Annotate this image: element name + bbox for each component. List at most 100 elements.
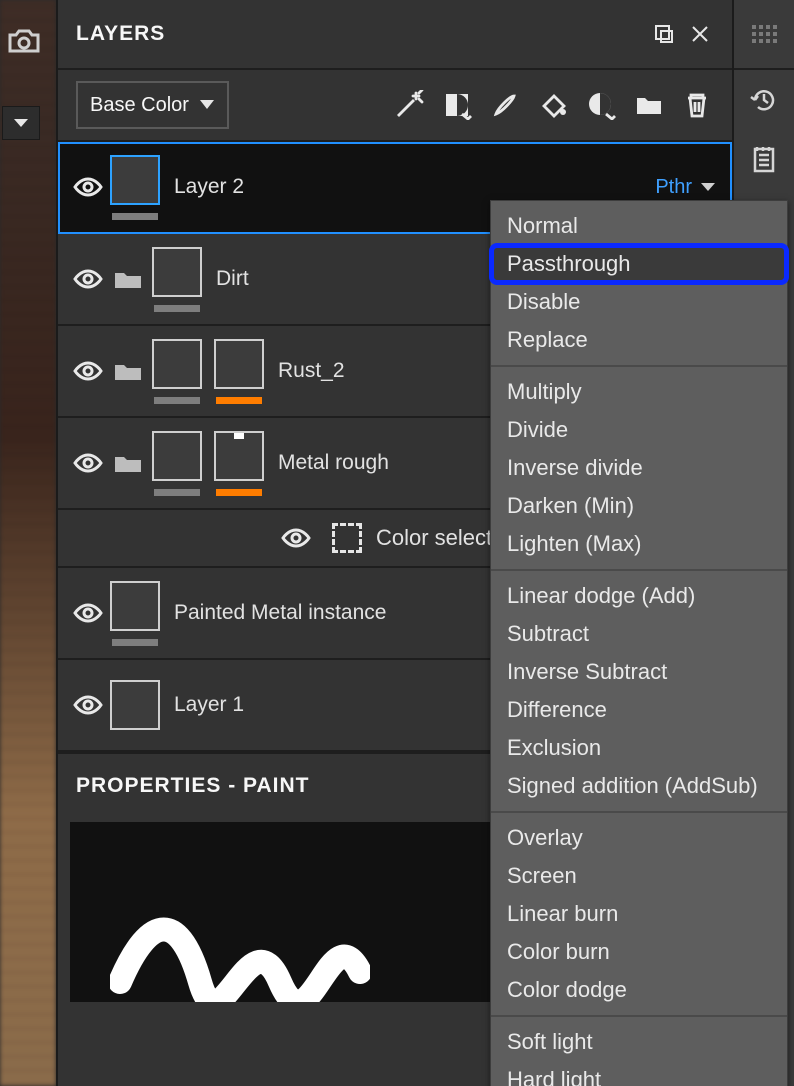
group-folder-button[interactable] [110,449,146,477]
eye-icon [73,603,103,623]
blend-mode-option[interactable]: Lighten (Max) [491,525,787,563]
layer-name[interactable]: Layer 1 [174,693,244,717]
screenshot-button[interactable] [6,26,42,56]
layer-name[interactable]: Dirt [216,267,249,291]
folder-icon [634,90,664,120]
blend-mode-option[interactable]: Linear burn [491,895,787,933]
layer-thumbnail[interactable] [152,339,202,389]
layer-thumbnail[interactable] [110,155,160,205]
history-button[interactable] [734,70,794,130]
blend-mode-option[interactable]: Difference [491,691,787,729]
chevron-down-icon [700,181,716,193]
magic-wand-button[interactable] [392,88,426,122]
blend-mode-option[interactable]: Divide [491,411,787,449]
layer-thumbnail[interactable] [152,431,202,481]
channel-dropdown[interactable]: Base Color [76,81,229,129]
blend-mode-short: Pthr [655,176,692,199]
trash-icon [682,90,712,120]
eye-icon [73,453,103,473]
layers-toolbar: Base Color [58,70,732,142]
panel-header: LAYERS [58,0,732,70]
blend-mode-option[interactable]: Color burn [491,933,787,971]
blend-mode-option[interactable]: Color dodge [491,971,787,1009]
layer-mask-thumbnail[interactable] [214,431,264,481]
blend-mode-option[interactable]: Darken (Min) [491,487,787,525]
chevron-down-icon [199,98,215,112]
panel-drag-handle[interactable] [734,0,794,70]
blend-mode-option[interactable]: Overlay [491,819,787,857]
blend-mode-option[interactable]: Multiply [491,373,787,411]
blend-mode-option[interactable]: Disable [491,283,787,321]
folder-icon [113,452,143,474]
channel-label: Base Color [90,94,189,117]
layer-thumbnail[interactable] [110,680,160,730]
history-icon [749,85,779,115]
layer-usage-bar [216,489,262,496]
notebook-icon [749,145,779,175]
visibility-toggle[interactable] [70,595,106,631]
chevron-down-icon [13,117,29,129]
panel-detach-button[interactable] [650,20,678,48]
eye-icon [73,361,103,381]
layer-name[interactable]: Rust_2 [278,359,345,383]
visibility-toggle[interactable] [70,169,106,205]
layer-name[interactable]: Metal rough [278,451,389,475]
viewport-dropdown[interactable] [2,106,40,140]
blend-mode-option[interactable]: Exclusion [491,729,787,767]
blend-mode-option[interactable]: Inverse Subtract [491,653,787,691]
blend-mode-dropdown[interactable]: Pthr [655,176,716,199]
folder-icon [113,360,143,382]
layer-name[interactable]: Painted Metal instance [174,601,386,625]
visibility-toggle[interactable] [70,445,106,481]
mask-icon [442,90,472,120]
panel-title: LAYERS [76,22,165,46]
layer-thumbnail[interactable] [152,247,202,297]
add-smart-material-button[interactable] [584,88,618,122]
blend-mode-option[interactable]: Linear dodge (Add) [491,577,787,615]
eye-icon [73,177,103,197]
blend-mode-option[interactable]: Subtract [491,615,787,653]
eye-icon [73,695,103,715]
camera-icon [7,27,41,55]
layer-usage-bar [154,397,200,404]
selection-icon [332,523,362,553]
add-fill-layer-button[interactable] [536,88,570,122]
add-mask-button[interactable] [440,88,474,122]
layer-usage-bar [154,489,200,496]
group-folder-button[interactable] [110,357,146,385]
eye-icon [73,269,103,289]
eye-icon [281,528,311,548]
add-group-button[interactable] [632,88,666,122]
layer-usage-bar [154,305,200,312]
layer-usage-bar [112,639,158,646]
visibility-toggle[interactable] [70,687,106,723]
panel-close-button[interactable] [686,20,714,48]
add-paint-layer-button[interactable] [488,88,522,122]
smart-material-icon [586,90,616,120]
layer-name[interactable]: Layer 2 [174,175,244,199]
layer-thumbnail[interactable] [110,581,160,631]
folder-icon [113,268,143,290]
grip-icon [752,25,777,43]
bucket-fill-icon [538,90,568,120]
brush-icon [490,90,520,120]
log-button[interactable] [734,130,794,190]
layer-usage-bar [112,213,158,220]
blend-mode-option[interactable]: Hard light [491,1061,787,1086]
visibility-toggle[interactable] [70,261,106,297]
blend-mode-option[interactable]: Replace [491,321,787,359]
blend-mode-option[interactable]: Soft light [491,1023,787,1061]
blend-mode-menu[interactable]: NormalPassthroughDisableReplaceMultiplyD… [490,200,788,1086]
group-folder-button[interactable] [110,265,146,293]
blend-mode-option[interactable]: Signed addition (AddSub) [491,767,787,805]
blend-mode-option[interactable]: Passthrough [491,245,787,283]
blend-mode-option[interactable]: Normal [491,207,787,245]
visibility-toggle[interactable] [70,353,106,389]
detach-icon [653,23,675,45]
visibility-toggle[interactable] [278,520,314,556]
close-icon [689,23,711,45]
layer-mask-thumbnail[interactable] [214,339,264,389]
blend-mode-option[interactable]: Screen [491,857,787,895]
delete-layer-button[interactable] [680,88,714,122]
blend-mode-option[interactable]: Inverse divide [491,449,787,487]
